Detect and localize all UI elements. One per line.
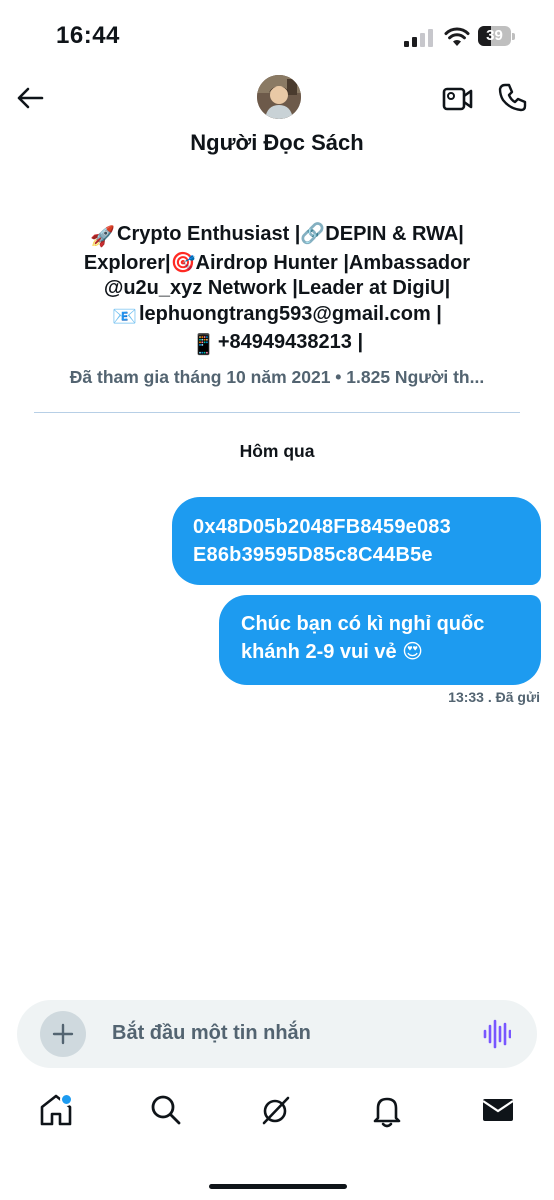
bio-text: Crypto Enthusiast |🔗DEPIN & RWA| (117, 223, 464, 245)
profile-bio: 🚀 Crypto Enthusiast |🔗DEPIN & RWA| Explor… (40, 222, 514, 359)
bio-line: 📧 lephuongtrang593@gmail.com | (40, 302, 514, 331)
envelope-emoji: 📧 (112, 305, 137, 328)
voice-call-button[interactable] (497, 81, 529, 113)
bio-text: @u2u_xyz Network |Leader at DigiU| (103, 277, 451, 299)
tab-messages[interactable] (478, 1090, 518, 1146)
bio-text: Explorer|🎯Airdrop Hunter |Ambassador (83, 251, 471, 274)
message-text: E86b39595D85c8C44B5e (193, 544, 433, 566)
mobile-phone-emoji: 📱 (190, 334, 216, 356)
contact-name[interactable]: Người Đọc Sách (0, 130, 554, 156)
video-camera-icon (442, 87, 473, 111)
status-bar: 16:44 39 (0, 0, 554, 74)
bio-email: lephuongtrang593@gmail.com | (138, 302, 442, 325)
wifi-icon (444, 27, 470, 46)
plus-icon (52, 1023, 74, 1045)
battery-icon: 39 (478, 26, 516, 46)
add-attachment-button[interactable] (40, 1011, 86, 1057)
message-bubble[interactable]: Chúc bạn có kì nghỉ quốc khánh 2-9 vui v… (219, 595, 541, 685)
tab-notifications[interactable] (367, 1090, 407, 1146)
tab-bar (0, 1090, 554, 1150)
message-text: Chúc bạn có kì nghỉ quốc (241, 613, 485, 635)
date-separator: Hôm qua (239, 441, 315, 461)
bio-phone: +84949438213 | (217, 331, 364, 353)
avatar[interactable] (257, 75, 301, 119)
divider (34, 412, 520, 413)
cellular-signal-icon (404, 29, 433, 47)
bio-line: Explorer|🎯Airdrop Hunter |Ambassador (40, 251, 514, 277)
message-input[interactable]: Bắt đầu một tin nhắn (112, 1022, 311, 1045)
message-composer[interactable]: Bắt đầu một tin nhắn (17, 1000, 537, 1068)
notification-dot (60, 1093, 73, 1106)
arrow-left-icon (17, 87, 44, 109)
search-icon (151, 1095, 181, 1125)
bell-icon (373, 1097, 401, 1128)
video-call-button[interactable] (442, 84, 474, 114)
bio-line: 🚀 Crypto Enthusiast |🔗DEPIN & RWA| (40, 222, 514, 251)
back-button[interactable] (14, 82, 46, 114)
home-indicator (209, 1184, 347, 1189)
status-time: 16:44 (56, 22, 120, 49)
message-text: 0x48D05b2048FB8459e083 (193, 516, 451, 538)
message-status: 13:33 . Đã gửi (448, 689, 540, 705)
tab-search[interactable] (146, 1090, 186, 1146)
bio-line: @u2u_xyz Network |Leader at DigiU| (40, 276, 514, 302)
message-text: khánh 2-9 vui vẻ 😍 (241, 641, 424, 663)
joined-info: Đã tham gia tháng 10 năm 2021 • 1.825 Ng… (69, 367, 485, 387)
voice-waveform-icon (483, 1019, 512, 1049)
avatar-photo (257, 75, 301, 119)
bio-line: 📱 +84949438213 | (40, 330, 514, 359)
grok-icon (262, 1096, 290, 1125)
voice-message-button[interactable] (483, 1018, 512, 1050)
rocket-emoji: 🚀 (90, 226, 116, 248)
message-bubble[interactable]: 0x48D05b2048FB8459e083 E86b39595D85c8C44… (172, 497, 541, 585)
battery-level: 39 (486, 27, 503, 44)
envelope-icon (482, 1099, 514, 1121)
phone-icon (498, 83, 527, 112)
tab-grok[interactable] (256, 1090, 296, 1146)
